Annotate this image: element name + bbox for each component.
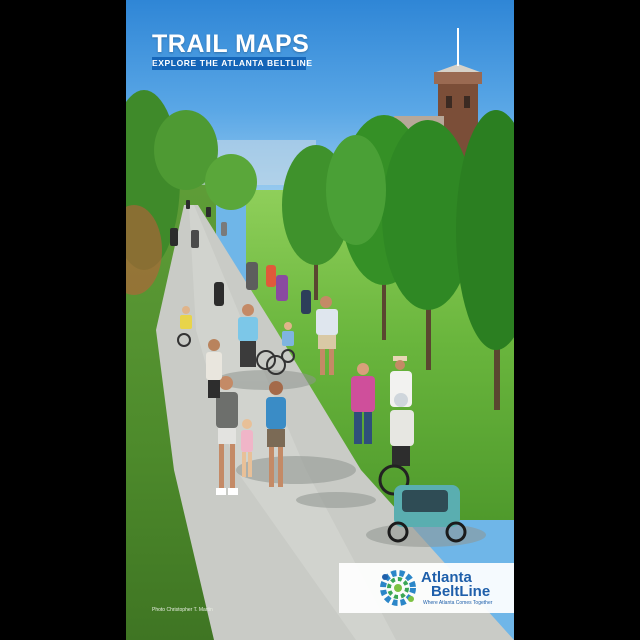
woman-pink-shirt — [351, 363, 375, 444]
trail-photo — [126, 28, 514, 640]
atlanta-beltline-logo-panel: Atlanta BeltLine Where Atlanta Comes Tog… — [339, 563, 514, 613]
photo-credit: Photo Christopher T. Martin — [152, 607, 213, 613]
trail-maps-cover: TRAIL MAPS EXPLORE THE ATLANTA BELTLINE … — [126, 0, 514, 640]
man-tan-shorts — [316, 296, 338, 375]
cover-subtitle-banner: EXPLORE THE ATLANTA BELTLINE — [152, 57, 313, 70]
logo-wordmark-beltline: BeltLine — [431, 583, 491, 600]
logo-tagline: Where Atlanta Comes Together — [423, 600, 493, 606]
beltline-logo-icon — [380, 570, 416, 606]
cover-title: TRAIL MAPS — [152, 30, 310, 58]
